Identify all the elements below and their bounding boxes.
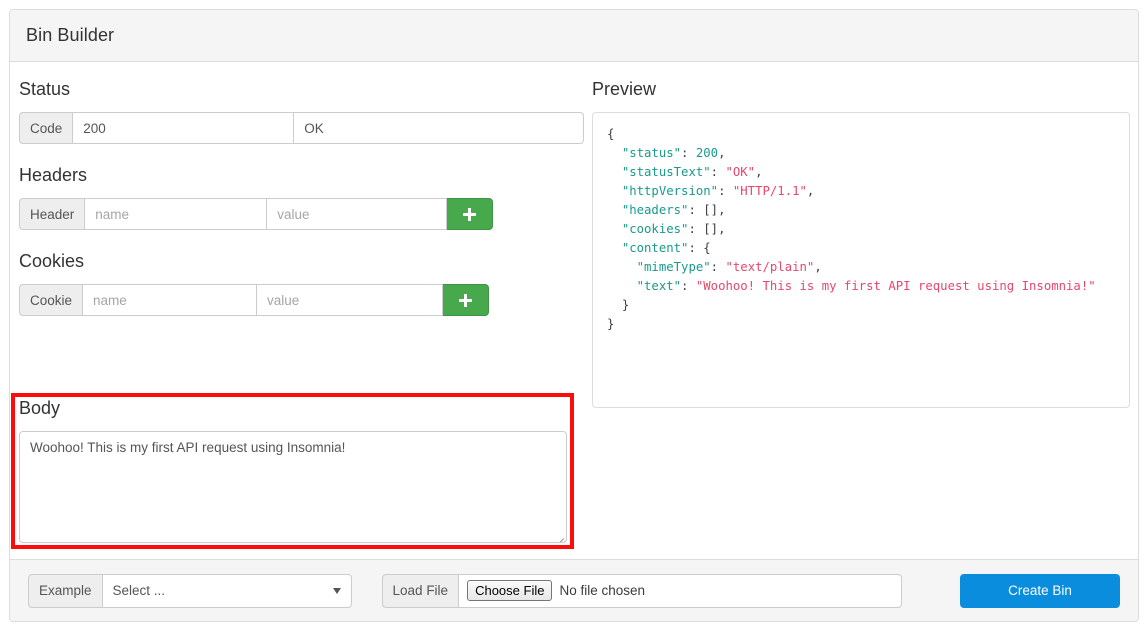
header-row-label: Header	[19, 198, 85, 230]
preview-json-line: "mimeType": "text/plain",	[636, 260, 822, 274]
file-input[interactable]: Choose File No file chosen	[458, 573, 903, 608]
body-text-value: Woohoo! This is my first API request usi…	[30, 440, 346, 455]
cookie-value-input[interactable]: value	[257, 284, 443, 316]
bin-builder-screen: Bin Builder Status Code 200 OK Headers H…	[0, 0, 1148, 631]
panel-footer: Example Select ... Load File Choose File…	[10, 559, 1138, 621]
example-select[interactable]: Select ...	[101, 573, 352, 608]
load-file-group: Load File Choose File No file chosen	[381, 573, 903, 608]
resize-grip-icon[interactable]	[554, 530, 566, 542]
status-code-label: Code	[19, 112, 73, 144]
preview-json-line: "headers": [],	[621, 203, 726, 217]
headers-section-heading: Headers	[19, 165, 88, 185]
load-file-label: Load File	[381, 573, 459, 608]
body-section-heading: Body	[19, 398, 61, 418]
body-textarea[interactable]: Woohoo! This is my first API request usi…	[19, 431, 567, 543]
plus-icon	[459, 293, 472, 307]
preview-json-line: }	[621, 298, 630, 312]
no-file-chosen-text: No file chosen	[559, 583, 646, 598]
preview-json-line: "text": "Woohoo! This is my first API re…	[636, 279, 1096, 293]
preview-json-line: "cookies": [],	[621, 222, 726, 236]
status-text-input[interactable]: OK	[294, 112, 584, 144]
cookie-row-label: Cookie	[19, 284, 83, 316]
page-title: Bin Builder	[26, 25, 115, 45]
cookie-row: Cookie name value	[19, 284, 489, 316]
preview-column: Preview { "status": 200, "statusText": "…	[592, 62, 1130, 408]
builder-form-column: Status Code 200 OK Headers Header name v…	[19, 62, 584, 316]
choose-file-button[interactable]: Choose File	[467, 580, 553, 601]
preview-json-line: "status": 200,	[621, 146, 726, 160]
example-label: Example	[28, 573, 102, 608]
preview-box: { "status": 200, "statusText": "OK", "ht…	[592, 112, 1130, 408]
preview-json-line: "httpVersion": "HTTP/1.1",	[621, 184, 815, 198]
header-row: Header name value	[19, 198, 493, 230]
add-cookie-button[interactable]	[443, 284, 489, 316]
status-section-heading: Status	[19, 79, 71, 99]
panel-body: Status Code 200 OK Headers Header name v…	[10, 62, 1138, 596]
bin-builder-panel: Bin Builder Status Code 200 OK Headers H…	[9, 9, 1139, 622]
cookies-section-heading: Cookies	[19, 251, 85, 271]
preview-json-line: {	[607, 127, 615, 141]
preview-json: { "status": 200, "statusText": "OK", "ht…	[607, 125, 1115, 334]
preview-section-heading: Preview	[592, 79, 657, 99]
plus-icon	[463, 207, 476, 221]
header-value-input[interactable]: value	[267, 198, 447, 230]
header-name-input[interactable]: name	[84, 198, 268, 230]
example-select-value: Select ...	[112, 583, 166, 598]
add-header-button[interactable]	[447, 198, 493, 230]
status-code-input[interactable]: 200	[72, 112, 295, 144]
preview-json-line: "content": {	[621, 241, 711, 255]
create-bin-button[interactable]: Create Bin	[960, 573, 1120, 608]
preview-json-line: "statusText": "OK",	[621, 165, 763, 179]
panel-header: Bin Builder	[10, 10, 1138, 62]
cookie-name-input[interactable]: name	[82, 284, 258, 316]
example-group: Example Select ...	[28, 573, 352, 608]
chevron-down-icon	[332, 587, 341, 594]
preview-json-line: }	[607, 317, 615, 331]
status-row: Code 200 OK	[19, 112, 584, 144]
